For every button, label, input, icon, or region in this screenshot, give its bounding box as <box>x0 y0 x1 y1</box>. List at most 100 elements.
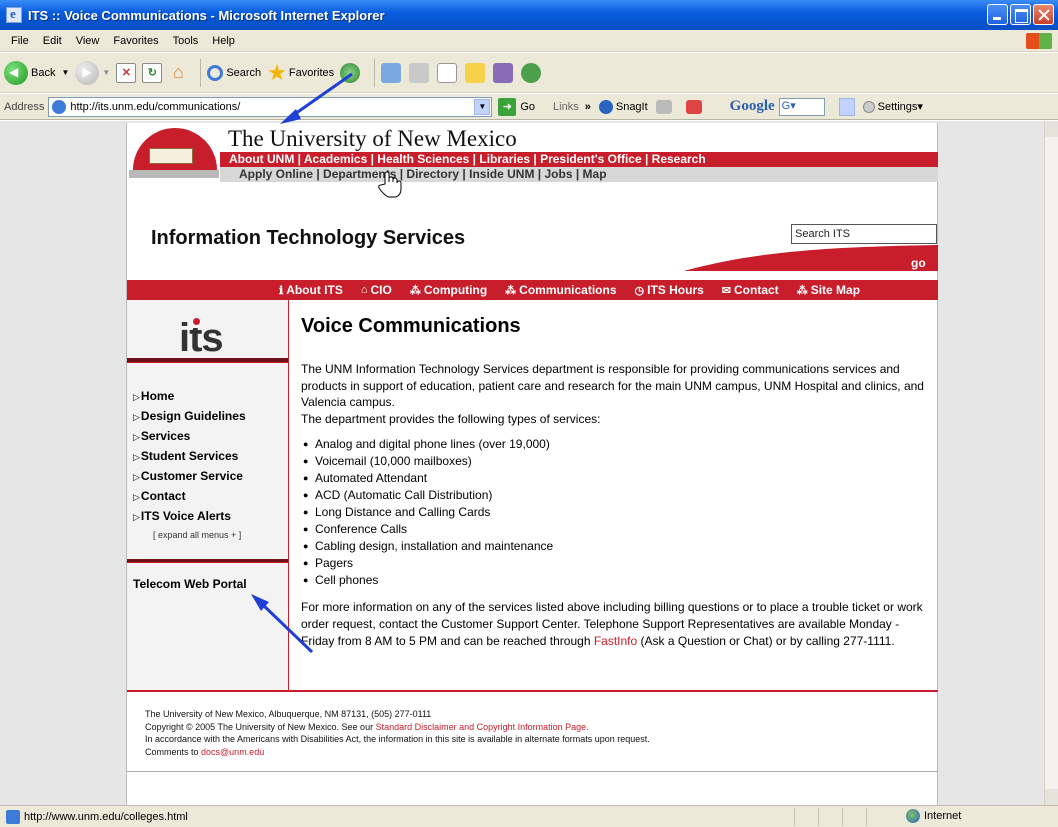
nav-computing[interactable]: ⁂ Computing <box>410 283 487 297</box>
footer-comments-text: Comments to <box>145 746 202 757</box>
status-cell <box>794 808 818 826</box>
sidebar-divider <box>127 362 288 363</box>
toolbar-separator <box>374 58 376 87</box>
menu-file[interactable]: File <box>4 35 36 47</box>
snagit-options-icon[interactable] <box>685 99 702 114</box>
forward-arrow-icon <box>75 60 100 85</box>
docs-email-link[interactable]: docs@unm.edu <box>201 747 264 757</box>
sidebar-item-label: Services <box>140 429 191 443</box>
address-input[interactable]: http://its.unm.edu/communications/ ▼ <box>48 96 493 117</box>
sidebar-item-contact[interactable]: ▷Contact <box>133 486 246 506</box>
unm-primary-nav[interactable]: About UNM | Academics | Health Sciences … <box>220 152 938 167</box>
menu-favorites[interactable]: Favorites <box>106 35 165 47</box>
settings-button[interactable]: Settings▾ <box>862 100 923 113</box>
status-cells <box>794 808 890 826</box>
triangle-right-icon: ▷ <box>133 512 140 522</box>
address-label: Address <box>4 100 45 113</box>
menu-help[interactable]: Help <box>205 35 242 47</box>
close-button[interactable] <box>1033 4 1054 25</box>
stop-icon[interactable]: ✕ <box>116 62 137 83</box>
its-logo[interactable]: its <box>179 316 224 361</box>
menu-tools[interactable]: Tools <box>166 35 206 47</box>
google-search-input[interactable]: G▾ <box>778 97 825 116</box>
nav-communications[interactable]: ⁂ Communications <box>505 283 616 297</box>
favorites-label: Favorites <box>288 66 335 79</box>
edit-icon[interactable] <box>437 62 458 83</box>
disclaimer-link[interactable]: Standard Disclaimer and Copyright Inform… <box>376 722 589 732</box>
search-icon <box>207 64 224 81</box>
footer-copyright-text: Copyright © 2005 The University of New M… <box>145 721 376 732</box>
links-label[interactable]: Links <box>553 101 579 113</box>
nav-its-hours[interactable]: ◷ ITS Hours <box>635 283 704 297</box>
nav-site-map[interactable]: ⁂ Site Map <box>797 283 860 297</box>
unm-logo-base <box>129 170 219 178</box>
menu-view[interactable]: View <box>69 35 107 47</box>
address-dropdown-icon[interactable]: ▼ <box>474 98 491 115</box>
sidebar-item-home[interactable]: ▷Home <box>133 386 246 406</box>
status-cell <box>842 808 866 826</box>
snagit-button[interactable]: SnagIt <box>598 99 648 114</box>
list-item: Conference Calls <box>301 521 553 538</box>
footer-copyright: Copyright © 2005 The University of New M… <box>145 721 650 734</box>
sidebar-item-label: Customer Service <box>140 469 243 483</box>
unm-secondary-nav[interactable]: Apply Online | Departments | Directory |… <box>220 167 938 182</box>
google-dropdown-icon[interactable] <box>838 97 855 116</box>
status-url: http://www.unm.edu/colleges.html <box>24 810 188 823</box>
window-title: ITS :: Voice Communications - Microsoft … <box>28 7 385 23</box>
envelope-icon: ✉ <box>721 284 732 297</box>
more-info-paragraph: For more information on any of the servi… <box>301 599 931 650</box>
sidebar-item-design-guidelines[interactable]: ▷Design Guidelines <box>133 406 246 426</box>
sidebar-item-services[interactable]: ▷Services <box>133 426 246 446</box>
fastinfo-link[interactable]: FastInfo <box>594 634 637 648</box>
sidebar-item-label: Student Services <box>140 449 239 463</box>
research-icon[interactable] <box>493 62 514 83</box>
back-button[interactable]: Back ▼ <box>4 60 69 85</box>
sidebar-item-its-voice-alerts[interactable]: ▷ITS Voice Alerts <box>133 506 246 526</box>
maximize-button[interactable] <box>1010 4 1031 25</box>
nav-contact[interactable]: ✉ Contact <box>722 283 779 297</box>
minimize-button[interactable] <box>987 4 1008 25</box>
telecom-web-portal-link[interactable]: Telecom Web Portal <box>133 577 247 591</box>
links-chevron[interactable]: » <box>585 101 591 113</box>
expand-all-menus-link[interactable]: [ expand all menus + ] <box>153 530 241 540</box>
network-icon: ⁂ <box>796 284 808 297</box>
nav-about-its-label: About ITS <box>286 283 343 297</box>
sidebar-divider <box>127 562 288 563</box>
forward-button[interactable]: ▼ <box>75 60 110 85</box>
history-icon[interactable] <box>340 62 361 83</box>
left-sidebar: its ▷Home ▷Design Guidelines ▷Services ▷… <box>127 300 289 690</box>
mail-icon[interactable] <box>381 62 402 83</box>
status-cell <box>818 808 842 826</box>
snagit-icon <box>598 99 613 114</box>
scroll-down-icon[interactable] <box>1045 789 1058 805</box>
nav-about-its[interactable]: ℹ About ITS <box>279 283 343 297</box>
nav-cio[interactable]: ⌂ CIO <box>361 283 392 297</box>
refresh-icon[interactable]: ↻ <box>142 62 163 83</box>
unm-logo[interactable] <box>129 126 219 178</box>
back-dropdown-icon[interactable]: ▼ <box>61 68 69 77</box>
print-icon[interactable] <box>409 62 430 83</box>
favorites-button[interactable]: ★ Favorites <box>267 60 334 86</box>
page-heading: Voice Communications <box>301 315 521 337</box>
network-icon: ⁂ <box>409 284 421 297</box>
its-go-button[interactable]: go <box>911 256 926 270</box>
messenger-icon[interactable] <box>521 62 542 83</box>
sidebar-item-student-services[interactable]: ▷Student Services <box>133 446 246 466</box>
footer-divider <box>127 690 938 692</box>
forward-dropdown-icon[interactable]: ▼ <box>102 68 110 77</box>
notes-icon[interactable] <box>465 62 486 83</box>
go-button[interactable]: ➜ Go <box>498 97 535 116</box>
snagit-window-icon[interactable] <box>655 99 672 114</box>
sidebar-item-customer-service[interactable]: ▷Customer Service <box>133 466 246 486</box>
window-titlebar: ITS :: Voice Communications - Microsoft … <box>0 0 1058 30</box>
search-button[interactable]: Search <box>207 64 261 81</box>
home-icon[interactable]: ⌂ <box>168 62 188 83</box>
menu-edit[interactable]: Edit <box>36 35 69 47</box>
footer-divider <box>127 771 938 772</box>
scroll-up-icon[interactable] <box>1045 121 1058 137</box>
browser-viewport: The University of New Mexico About UNM |… <box>0 121 1044 805</box>
vertical-scrollbar[interactable] <box>1044 121 1058 805</box>
search-its-input[interactable]: Search ITS <box>791 224 937 244</box>
sidebar-item-label: Contact <box>140 489 186 503</box>
nav-site-map-label: Site Map <box>810 283 861 297</box>
